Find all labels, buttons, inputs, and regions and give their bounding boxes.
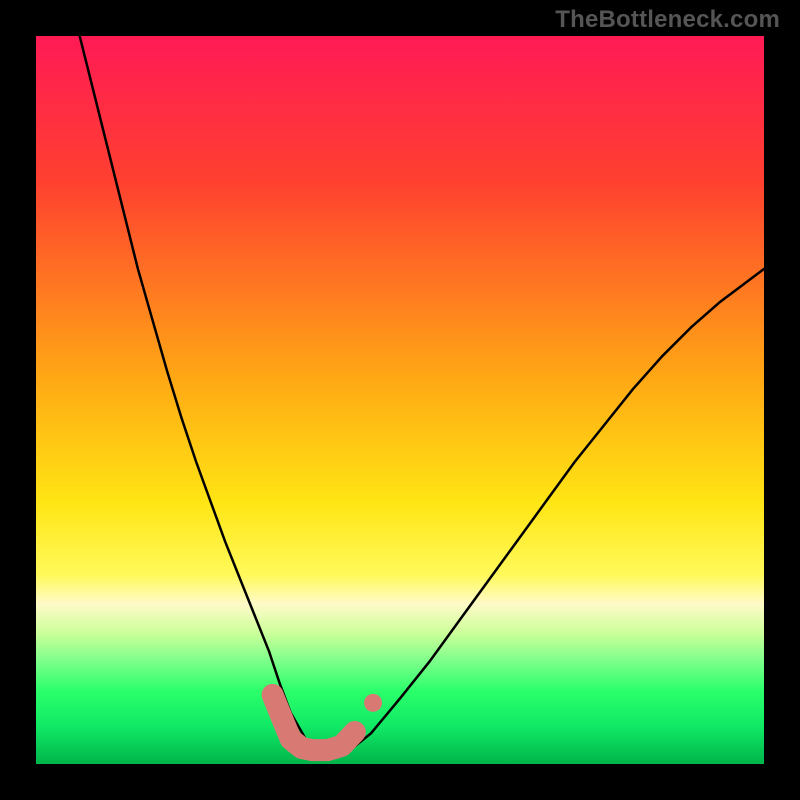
chart-container: { "watermark": "TheBottleneck.com", "cha…: [0, 0, 800, 800]
watermark-text: TheBottleneck.com: [555, 6, 780, 34]
plot-background: [36, 36, 764, 764]
highlight-marker: [364, 694, 382, 712]
chart-svg: [0, 0, 800, 800]
